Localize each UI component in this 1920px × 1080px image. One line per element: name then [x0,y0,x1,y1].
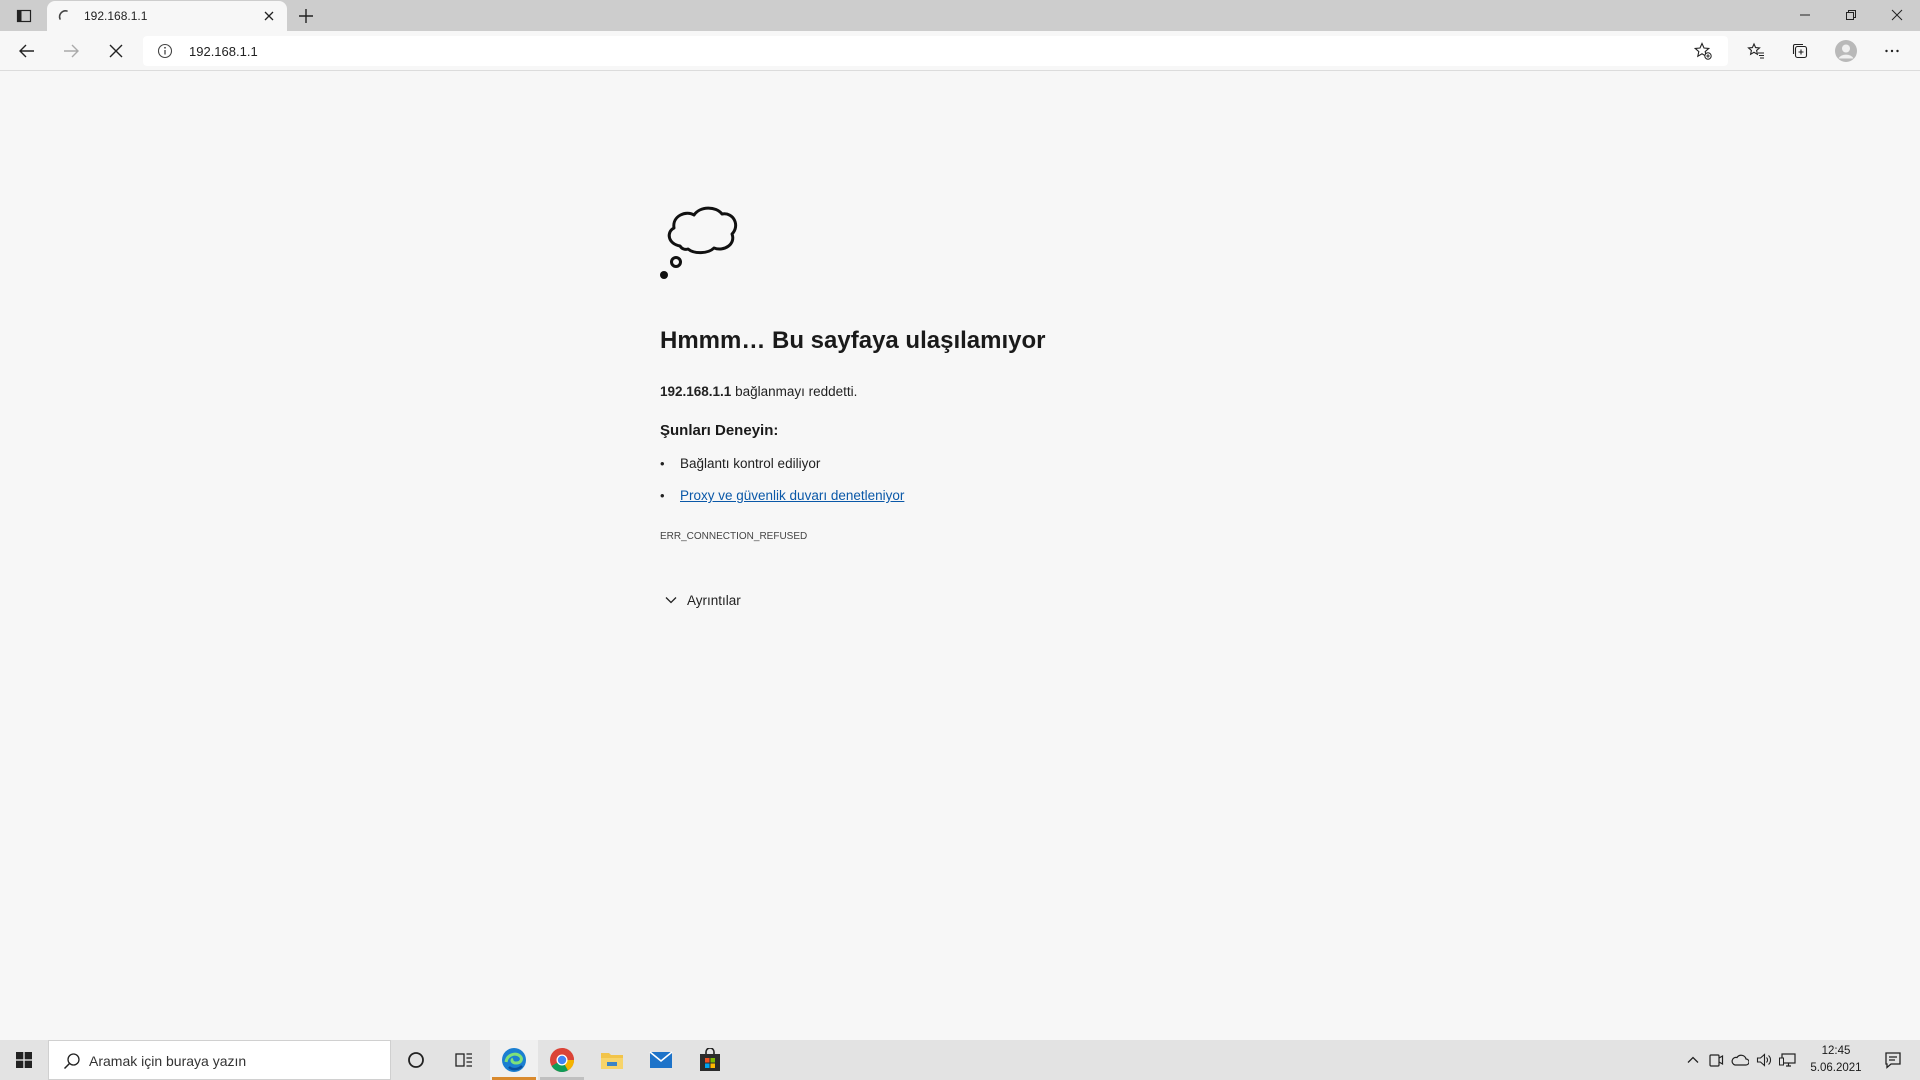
suggestion-check-connection: Bağlantı kontrol ediliyor [680,456,821,471]
clock-date: 5.06.2021 [1810,1062,1862,1074]
stop-button[interactable] [100,35,132,67]
list-item: • Proxy ve güvenlik duvarı denetleniyor [660,488,904,503]
profile-button[interactable] [1830,35,1862,67]
onedrive-icon[interactable] [1730,1050,1750,1070]
thought-cloud-icon [658,204,738,287]
browser-toolbar: 192.168.1.1 [0,31,1920,71]
new-tab-button[interactable] [293,4,319,28]
network-icon[interactable] [1778,1050,1798,1070]
taskbar-search-input[interactable]: Aramak için buraya yazın [48,1040,391,1080]
error-code: ERR_CONNECTION_REFUSED [660,531,808,542]
meet-now-icon[interactable] [1706,1050,1726,1070]
file-explorer-icon[interactable] [588,1040,636,1080]
url-text[interactable]: 192.168.1.1 [189,44,258,59]
tab-actions-icon[interactable] [8,4,40,28]
favorites-icon [1747,42,1764,59]
close-window-button[interactable] [1874,0,1920,30]
volume-icon[interactable] [1754,1050,1774,1070]
clock-time: 12:45 [1821,1045,1851,1057]
chevron-down-icon [665,594,677,606]
close-window-icon [1891,9,1903,21]
mail-icon[interactable] [637,1040,685,1080]
store-icon[interactable] [686,1040,734,1080]
bullet-dot: • [660,488,665,503]
taskbar: Aramak için buraya yazın 12:45 5.06.2021 [0,1040,1920,1080]
plus-icon [299,9,313,23]
error-host: 192.168.1.1 [660,384,732,399]
back-arrow-icon [19,44,34,58]
error-description: 192.168.1.1 bağlanmayı reddetti. [660,384,857,399]
notification-icon [1885,1052,1901,1069]
collections-button[interactable] [1784,35,1816,67]
minimize-icon [1800,14,1810,16]
favorites-button[interactable] [1740,35,1772,67]
restore-icon [1846,10,1856,20]
error-title: Hmmm… Bu sayfaya ulaşılamıyor [660,327,1046,354]
loading-spinner-icon [57,8,73,29]
more-icon [1885,49,1899,53]
bullet-dot: • [660,456,665,471]
search-placeholder: Aramak için buraya yazın [89,1053,247,1069]
close-icon[interactable] [261,8,277,24]
cortana-icon[interactable] [392,1040,440,1080]
chrome-icon[interactable] [538,1040,586,1080]
stop-icon [109,44,123,58]
browser-tab[interactable]: 192.168.1.1 [47,1,287,31]
address-bar[interactable]: 192.168.1.1 [143,36,1728,66]
chevron-up-icon[interactable] [1683,1050,1703,1070]
tab-strip: 192.168.1.1 [0,0,1920,31]
proxy-firewall-link[interactable]: Proxy ve güvenlik duvarı denetleniyor [680,488,904,503]
windows-logo-icon [16,1052,32,1068]
action-center-button[interactable] [1870,1040,1916,1080]
star-add-icon[interactable] [1693,42,1712,65]
list-item: • Bağlantı kontrol ediliyor [660,456,820,471]
task-view-icon[interactable] [440,1040,488,1080]
details-label: Ayrıntılar [687,592,741,608]
details-button[interactable]: Ayrıntılar [660,590,741,610]
tab-title: 192.168.1.1 [84,9,148,23]
forward-button[interactable] [55,35,87,67]
start-button[interactable] [0,1040,48,1080]
collections-icon [1792,43,1808,59]
profile-icon [1835,40,1857,62]
info-icon[interactable] [157,43,173,64]
try-heading: Şunları Deneyin: [660,422,779,439]
edge-icon[interactable] [490,1040,538,1080]
minimize-button[interactable] [1782,0,1828,30]
back-button[interactable] [11,35,43,67]
settings-more-button[interactable] [1876,35,1908,67]
search-icon [63,1052,81,1075]
error-description-text: bağlanmayı reddetti. [731,384,858,399]
taskbar-clock[interactable]: 12:45 5.06.2021 [1801,1043,1871,1077]
restore-button[interactable] [1828,0,1874,30]
forward-arrow-icon [64,44,79,58]
